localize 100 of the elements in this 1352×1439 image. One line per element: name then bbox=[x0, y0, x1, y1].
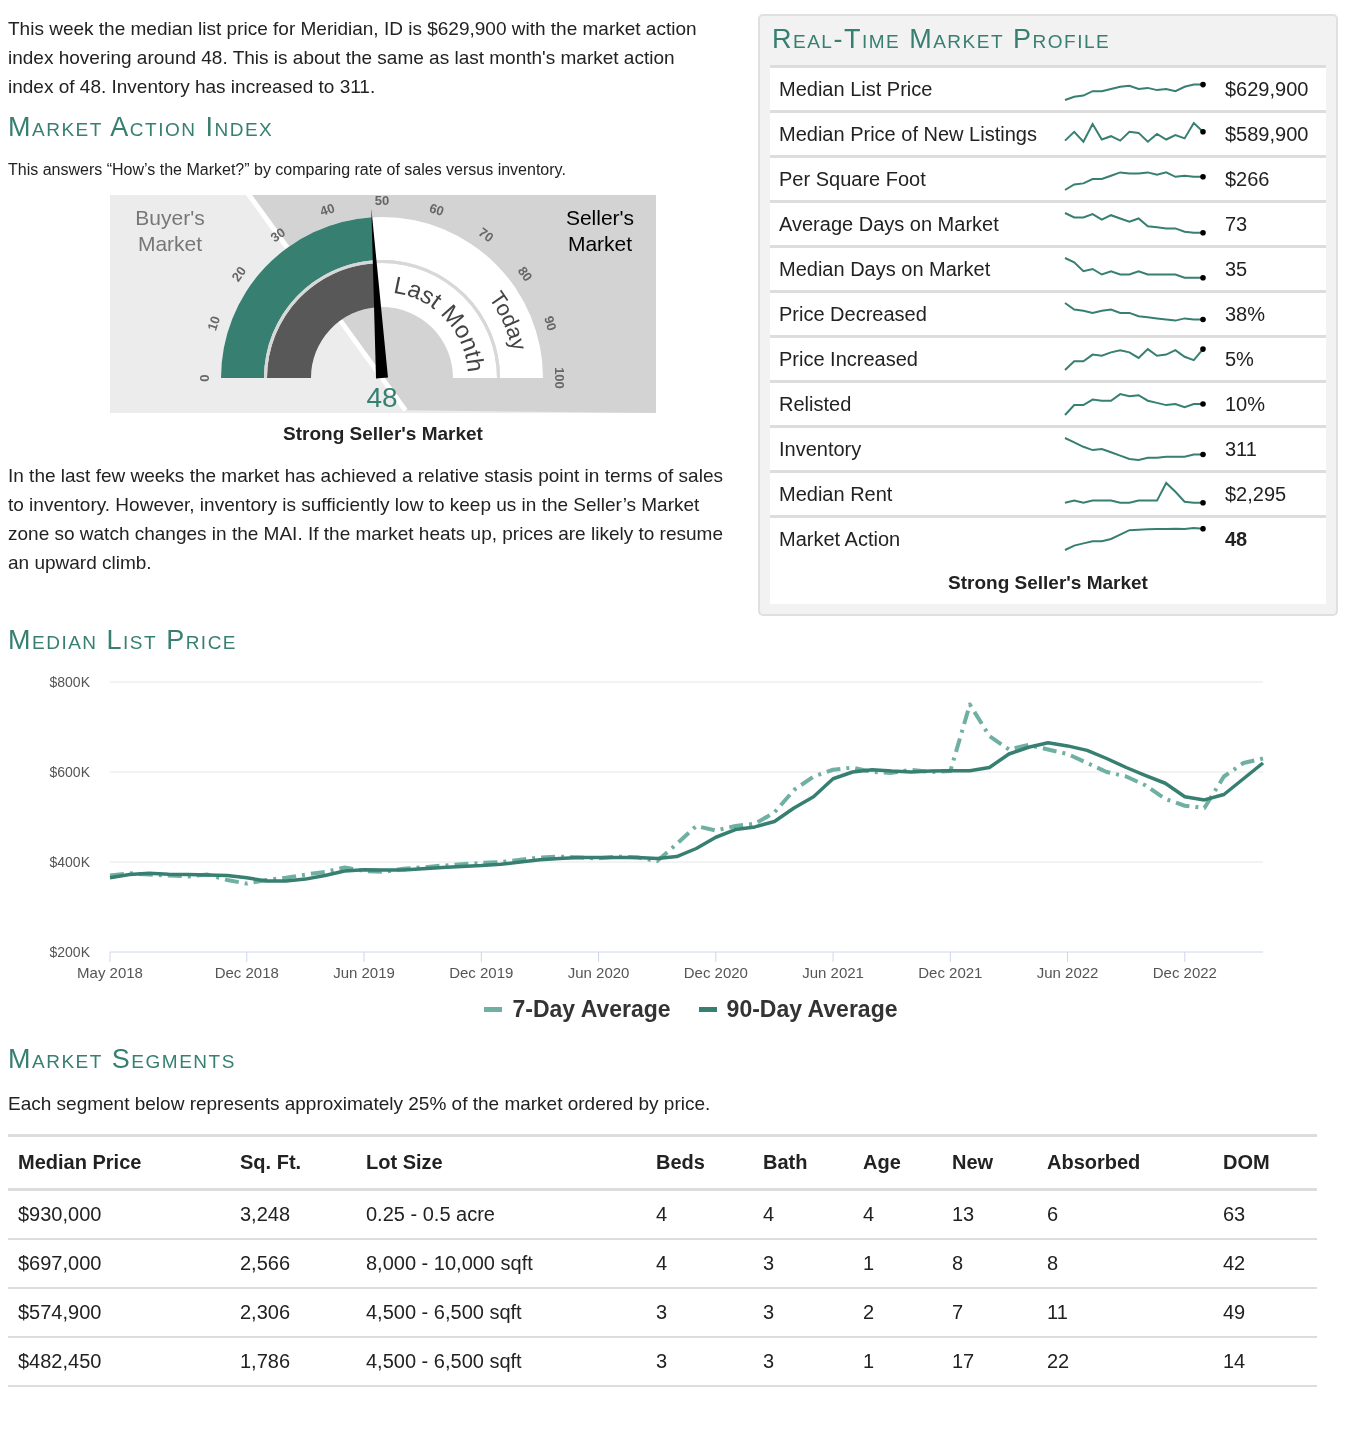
gauge-tick-label: 60 bbox=[427, 200, 446, 219]
gauge-tick-label: 90 bbox=[541, 314, 560, 333]
profile-label: Median Rent bbox=[779, 482, 894, 506]
gauge-tick-label: 30 bbox=[267, 224, 289, 246]
x-axis-label: May 2018 bbox=[77, 964, 143, 981]
gauge-tick-label: 40 bbox=[318, 200, 337, 219]
section-description: Each segment below represents approximately 25% of the market ordered by price. bbox=[8, 1092, 712, 1116]
section-heading: Market Action Index bbox=[8, 111, 275, 143]
table-cell: 4 bbox=[646, 1189, 753, 1239]
summary-paragraph: In the last few weeks the market has achieved a relative stasis point in terms of sales to inventory. However, inventory is sufficiently low to keep us in the Seller’s Market zone so watch changes in the MAI. If the market heats up, prices are likely to resume an upward climb. bbox=[8, 464, 724, 575]
table-cell: 4 bbox=[753, 1189, 853, 1239]
table-cell: 1 bbox=[853, 1239, 942, 1288]
gauge-tick-label: 80 bbox=[514, 263, 536, 285]
table-cell: $930,000 bbox=[8, 1189, 230, 1239]
x-axis-label: Jun 2022 bbox=[1036, 964, 1099, 981]
profile-label: Market Action bbox=[779, 527, 902, 551]
x-axis-label: Dec 2019 bbox=[449, 964, 514, 981]
table-cell: 3,248 bbox=[230, 1189, 356, 1239]
y-axis-label: $800K bbox=[49, 674, 90, 690]
table-cell: 14 bbox=[1213, 1337, 1317, 1386]
profile-value: 48 bbox=[1225, 527, 1248, 551]
table-cell: 1,786 bbox=[230, 1337, 356, 1386]
profile-value: 10% bbox=[1225, 392, 1266, 416]
y-axis-label: $600K bbox=[49, 764, 90, 780]
section-heading: Median List Price bbox=[8, 624, 239, 656]
profile-label: Average Days on Market bbox=[779, 212, 1000, 236]
column-header: New bbox=[942, 1135, 1037, 1190]
profile-value: $629,900 bbox=[1225, 77, 1309, 101]
x-axis-label: Dec 2022 bbox=[1152, 964, 1217, 981]
x-axis-label: Dec 2021 bbox=[918, 964, 983, 981]
gauge-tick-label: 0 bbox=[197, 374, 213, 382]
profile-label: Median List Price bbox=[779, 77, 934, 101]
table-cell: 3 bbox=[753, 1337, 853, 1386]
intro-paragraph: This week the median list price for Meridian, ID is $629,900 with the market action index hovering around 48. This is about the same as last month's market action index of 48. Inventory has increased to 311. bbox=[8, 17, 698, 99]
panel-title: Real-Time Market Profile bbox=[772, 24, 1112, 55]
table-cell: 2,566 bbox=[230, 1239, 356, 1288]
profile-label: Median Days on Market bbox=[779, 257, 992, 281]
column-header: Age bbox=[853, 1135, 942, 1190]
profile-label: Price Increased bbox=[779, 347, 919, 371]
table-cell: 63 bbox=[1213, 1189, 1317, 1239]
gauge-reading: 48 bbox=[366, 382, 398, 413]
gauge-tick-label: 50 bbox=[374, 195, 390, 209]
column-header: Bath bbox=[753, 1135, 853, 1190]
profile-value: 311 bbox=[1225, 437, 1257, 461]
column-header: Sq. Ft. bbox=[230, 1135, 356, 1190]
table-cell: 4 bbox=[853, 1189, 942, 1239]
table-cell: 22 bbox=[1037, 1337, 1213, 1386]
column-header: DOM bbox=[1213, 1135, 1317, 1190]
profile-label: Per Square Foot bbox=[779, 167, 927, 191]
table-cell: 8 bbox=[942, 1239, 1037, 1288]
profile-value: 35 bbox=[1225, 257, 1248, 281]
table-cell: $697,000 bbox=[8, 1239, 230, 1288]
table-cell: 6 bbox=[1037, 1189, 1213, 1239]
gauge-tick-label: 100 bbox=[551, 367, 567, 389]
y-axis-label: $400K bbox=[49, 854, 90, 870]
section-subtitle: This answers “How’s the Market?” by comparing rate of sales versus inventory. bbox=[8, 161, 567, 179]
column-header: Median Price bbox=[8, 1135, 230, 1190]
table-cell: 3 bbox=[753, 1239, 853, 1288]
x-axis-label: Dec 2020 bbox=[683, 964, 748, 981]
table-cell: 11 bbox=[1037, 1288, 1213, 1337]
legend-swatch-icon bbox=[484, 1007, 503, 1012]
table-cell: 13 bbox=[942, 1189, 1037, 1239]
table-cell: 49 bbox=[1213, 1288, 1317, 1337]
profile-value: 38% bbox=[1225, 302, 1266, 326]
legend-item[interactable]: 90-Day Average bbox=[698, 996, 898, 1023]
column-header: Lot Size bbox=[356, 1135, 646, 1190]
section-heading: Market Segments bbox=[8, 1043, 237, 1075]
profile-value: 73 bbox=[1225, 212, 1248, 236]
table-cell: 2 bbox=[853, 1288, 942, 1337]
gauge-verdict: Strong Seller's Market bbox=[282, 423, 484, 445]
table-cell: 2,306 bbox=[230, 1288, 356, 1337]
table-cell: 4 bbox=[646, 1239, 753, 1288]
table-cell: 3 bbox=[753, 1288, 853, 1337]
legend-item[interactable]: 7-Day Average bbox=[484, 996, 671, 1023]
table-cell: $574,900 bbox=[8, 1288, 230, 1337]
legend-swatch-icon bbox=[698, 1007, 717, 1012]
table-cell: 4,500 - 6,500 sqft bbox=[356, 1288, 646, 1337]
table-cell: 42 bbox=[1213, 1239, 1317, 1288]
gauge-tick-label: 20 bbox=[228, 263, 250, 285]
column-header: Absorbed bbox=[1037, 1135, 1213, 1190]
x-axis-label: Dec 2018 bbox=[214, 964, 279, 981]
table-cell: 1 bbox=[853, 1337, 942, 1386]
column-header: Beds bbox=[646, 1135, 753, 1190]
profile-label: Inventory bbox=[779, 437, 863, 461]
table-cell: 4,500 - 6,500 sqft bbox=[356, 1337, 646, 1386]
table-cell: 3 bbox=[646, 1337, 753, 1386]
table-cell: 0.25 - 0.5 acre bbox=[356, 1189, 646, 1239]
table-cell: 3 bbox=[646, 1288, 753, 1337]
table-cell: 17 bbox=[942, 1337, 1037, 1386]
profile-label: Price Decreased bbox=[779, 302, 928, 326]
y-axis-label: $200K bbox=[49, 944, 90, 960]
gauge-tick-label: 70 bbox=[475, 224, 497, 246]
x-axis-label: Jun 2019 bbox=[333, 964, 395, 981]
profile-verdict: Strong Seller's Market bbox=[947, 572, 1149, 594]
sellers-market-label: Seller's Market bbox=[564, 205, 636, 257]
table-cell: 8 bbox=[1037, 1239, 1213, 1288]
profile-value: $266 bbox=[1225, 167, 1270, 191]
table-cell: 8,000 - 10,000 sqft bbox=[356, 1239, 646, 1288]
profile-value: $589,900 bbox=[1225, 122, 1309, 146]
buyers-market-label: Buyer's Market bbox=[134, 205, 206, 257]
